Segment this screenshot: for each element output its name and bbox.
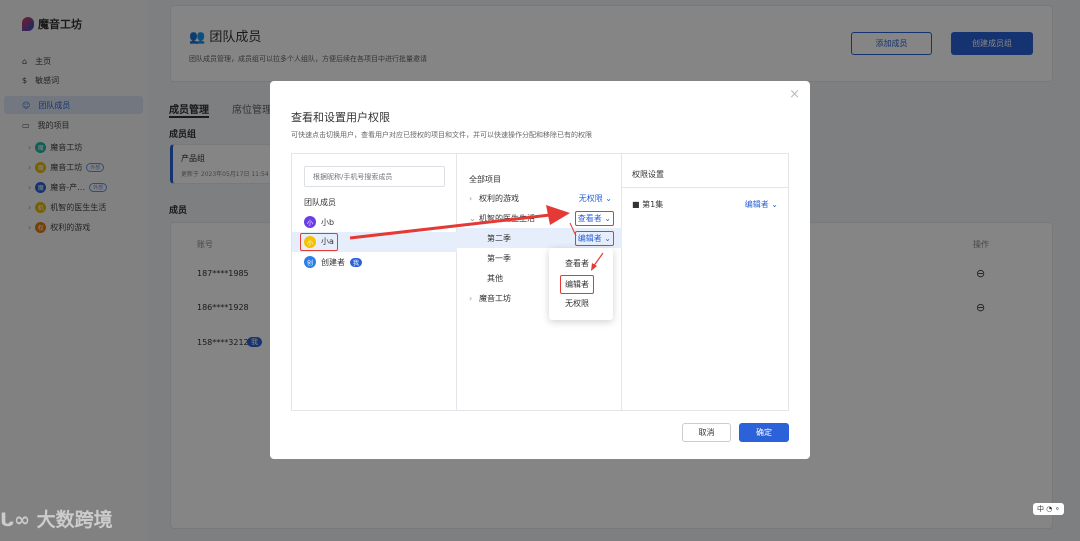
annotation-arrow xyxy=(569,222,577,237)
watermark-text: 大数跨境 xyxy=(36,509,113,531)
permission-modal: × 查看和设置用户权限 可快速点击切换用户，查看用户对应已授权的项目和文件，并可… xyxy=(270,81,810,459)
watermark: ᒐ∞ 大数跨境 xyxy=(0,509,113,531)
annotation-arrows xyxy=(349,205,604,271)
arrow-head xyxy=(591,263,597,271)
annotation-arrow xyxy=(349,213,551,240)
arrow-head xyxy=(546,205,570,225)
ime-indicator[interactable]: 中 ◔ ⚬ xyxy=(1033,503,1065,515)
ime-text: 中 xyxy=(1037,505,1044,513)
